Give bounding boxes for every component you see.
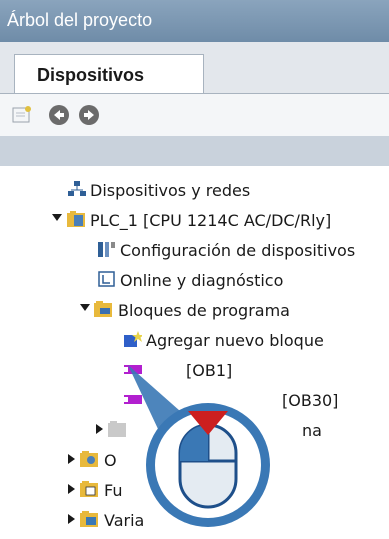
window-title: Árbol del proyecto [7, 10, 153, 30]
tree-item-bloques[interactable]: Bloques de programa [0, 294, 389, 324]
tab-dispositivos[interactable]: Dispositivos [14, 54, 204, 95]
network-icon [68, 181, 86, 196]
tree-item-label: Bloques de programa [118, 301, 290, 320]
tree-item-plc-1[interactable]: PLC_1 [CPU 1214C AC/DC/Rly] [0, 204, 389, 234]
forward-icon[interactable] [78, 104, 100, 126]
tab-label: Dispositivos [37, 65, 145, 85]
tree-item-label: [OB30] [282, 391, 339, 410]
mouse-click-callout-icon [128, 365, 270, 527]
tree-item-configuracion[interactable]: Configuración de dispositivos [0, 234, 389, 264]
chevron-down-icon[interactable] [52, 214, 62, 221]
chevron-right-icon[interactable] [68, 514, 75, 524]
tree-item-dispositivos-y-redes[interactable]: Dispositivos y redes [0, 174, 389, 204]
tree-item-agregar-bloque[interactable]: Agregar nuevo bloque [0, 324, 389, 354]
tree-item-online[interactable]: Online y diagnóstico [0, 264, 389, 294]
tree-item-label: Dispositivos y redes [90, 181, 251, 200]
tab-strip: Dispositivos [0, 42, 389, 95]
plc-folder-icon [67, 211, 85, 227]
folder-icon [80, 451, 98, 467]
tree-item-label: Agregar nuevo bloque [146, 331, 324, 350]
folder-icon [80, 511, 98, 527]
chevron-right-icon[interactable] [68, 454, 75, 464]
toolbar [0, 94, 389, 136]
add-device-icon[interactable] [12, 104, 34, 124]
folder-icon [94, 301, 112, 317]
tree-item-label: O [104, 451, 117, 470]
chevron-down-icon[interactable] [80, 304, 90, 311]
filter-bar [0, 136, 389, 166]
chevron-right-icon[interactable] [68, 484, 75, 494]
folder-icon [80, 481, 98, 497]
tree-item-label: PLC_1 [CPU 1214C AC/DC/Rly] [90, 211, 332, 230]
back-icon[interactable] [48, 104, 70, 126]
chevron-right-icon[interactable] [96, 424, 103, 434]
add-block-icon [124, 331, 142, 347]
tree-item-label: Configuración de dispositivos [120, 241, 356, 260]
project-tree-title-bar: Árbol del proyecto [0, 0, 389, 42]
device-config-icon [98, 242, 115, 257]
tree-item-label: na [302, 421, 322, 440]
diagnostics-icon [98, 271, 115, 287]
tree-item-label: Online y diagnóstico [120, 271, 284, 290]
